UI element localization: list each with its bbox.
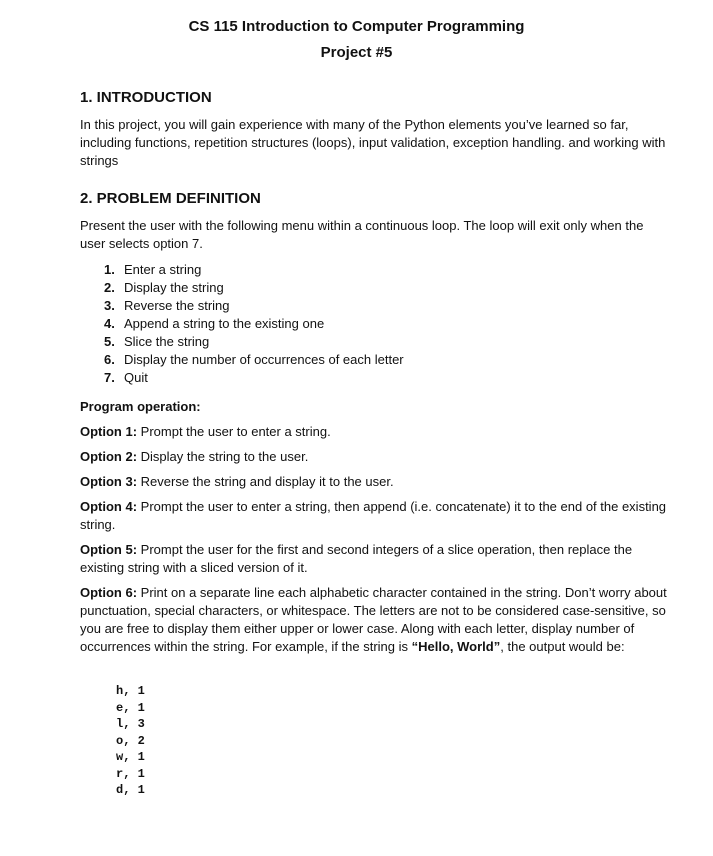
menu-item-label: Append a string to the existing one xyxy=(124,316,325,331)
menu-item-label: Enter a string xyxy=(124,262,202,277)
option-5-description: Option 5: Prompt the user for the first … xyxy=(80,541,670,577)
option-text-after: , the output would be: xyxy=(500,639,625,654)
menu-item: 7. Quit xyxy=(104,369,404,387)
menu-item-label: Quit xyxy=(124,370,148,385)
example-output: h, 1 e, 1 l, 3 o, 2 w, 1 r, 1 d, 1 xyxy=(116,683,145,799)
option-label: Option 1: xyxy=(80,424,138,439)
menu-item-label: Slice the string xyxy=(124,334,210,349)
option-label: Option 2: xyxy=(80,449,138,464)
menu-item-number: 1. xyxy=(104,262,115,277)
menu-item-number: 3. xyxy=(104,298,115,313)
menu-item-label: Display the string xyxy=(124,280,224,295)
output-line: r, 1 xyxy=(116,766,145,781)
problem-definition-heading: 2. PROBLEM DEFINITION xyxy=(80,190,261,207)
option-text: Prompt the user to enter a string, then … xyxy=(80,499,667,532)
introduction-heading: 1. INTRODUCTION xyxy=(80,89,212,106)
option-3-description: Option 3: Reverse the string and display… xyxy=(80,473,670,491)
menu-item: 3. Reverse the string xyxy=(104,297,404,315)
problem-definition-body: Present the user with the following menu… xyxy=(80,218,644,251)
menu-item-number: 2. xyxy=(104,280,115,295)
option-text: Prompt the user for the first and second… xyxy=(80,542,633,575)
menu-item-label: Display the number of occurrences of eac… xyxy=(124,352,404,367)
menu-item-number: 7. xyxy=(104,370,115,385)
option-text: Display the string to the user. xyxy=(137,449,309,464)
option-1-description: Option 1: Prompt the user to enter a str… xyxy=(80,423,670,441)
output-line: e, 1 xyxy=(116,700,145,715)
menu-item: 2. Display the string xyxy=(104,279,404,297)
option-text: Prompt the user to enter a string. xyxy=(137,424,331,439)
output-line: l, 3 xyxy=(116,717,145,731)
option-label: Option 4: xyxy=(80,499,138,514)
option-label: Option 6: xyxy=(80,585,138,600)
output-line: d, 1 xyxy=(116,783,145,797)
menu-item: 4. Append a string to the existing one xyxy=(104,315,404,333)
menu-item-number: 5. xyxy=(104,334,115,349)
option-6-description: Option 6: Print on a separate line each … xyxy=(80,584,670,656)
course-title: CS 115 Introduction to Computer Programm… xyxy=(188,18,525,35)
menu-list: 1. Enter a string 2. Display the string 3.… xyxy=(104,261,404,387)
menu-item-label: Reverse the string xyxy=(124,298,230,313)
option-label: Option 5: xyxy=(80,542,138,557)
program-operation-heading: Program operation: xyxy=(80,399,201,414)
output-line: w, 1 xyxy=(116,750,145,764)
option-label: Option 3: xyxy=(80,474,138,489)
menu-item: 5. Slice the string xyxy=(104,333,404,351)
option-2-description: Option 2: Display the string to the user… xyxy=(80,448,670,466)
output-line: o, 2 xyxy=(116,733,145,748)
project-title: Project #5 xyxy=(320,44,393,61)
menu-item: 6. Display the number of occurrences of e… xyxy=(104,351,404,369)
introduction-body: In this project, you will gain experienc… xyxy=(80,117,666,168)
option-text: Reverse the string and display it to the… xyxy=(137,474,394,489)
output-line: h, 1 xyxy=(116,684,145,698)
menu-item-number: 4. xyxy=(104,316,115,331)
menu-item-number: 6. xyxy=(104,352,115,367)
example-string: “Hello, World” xyxy=(411,639,501,654)
menu-item: 1. Enter a string xyxy=(104,261,404,279)
option-4-description: Option 4: Prompt the user to enter a str… xyxy=(80,498,670,534)
